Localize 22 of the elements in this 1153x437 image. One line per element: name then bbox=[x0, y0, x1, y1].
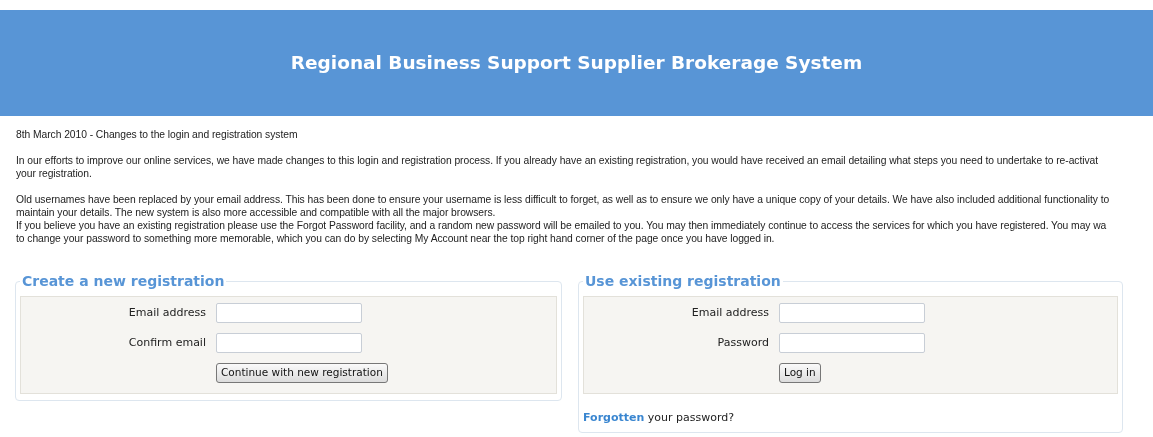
panel-legend: Create a new registration bbox=[20, 274, 227, 288]
notice-text: If you believe you have an existing registration please use the Forgot Password facility, and a random new password will be emailed to you. You may then immediately continue to access the services for which you have registered. You may wa bbox=[16, 219, 1107, 232]
footer-text: your password? bbox=[646, 410, 735, 424]
field-label: Email address bbox=[127, 304, 206, 321]
submit-button[interactable]: Continue with new registration bbox=[216, 363, 388, 383]
input-field[interactable] bbox=[779, 333, 925, 353]
notice-text: maintain your details. The new system is also more accessible and compatible with all the major browsers. bbox=[16, 206, 496, 219]
input-field[interactable] bbox=[216, 333, 362, 353]
notice-text: In our efforts to improve our online services, we have made changes to this login and registration process. If you already have an existing registration, you would have received an email detailing what steps you need to undertake to re-activat bbox=[16, 154, 1099, 167]
notice-text: Old usernames have been replaced by your email address. This has been done to ensure your username is less difficult to forget, as well as to ensure we only have a unique copy of your details. We have also included additional functionality to bbox=[16, 193, 1110, 206]
field-label: Confirm email bbox=[127, 334, 206, 351]
forgotten-link[interactable]: Forgotten bbox=[583, 410, 645, 424]
input-field[interactable] bbox=[779, 303, 925, 323]
notice-text: to change your password to something more memorable, which you can do by selecting My Account near the top right hand corner of the page once you have logged in. bbox=[16, 232, 775, 245]
site-title: Regional Business Support Supplier Brokerage System bbox=[290, 51, 863, 75]
notice-text: your registration. bbox=[16, 167, 92, 180]
notice-heading: 8th March 2010 - Changes to the login and registration system bbox=[16, 128, 298, 141]
input-field[interactable] bbox=[216, 303, 362, 323]
field-label: Email address bbox=[690, 304, 769, 321]
submit-button[interactable]: Log in bbox=[779, 363, 821, 383]
field-label: Password bbox=[716, 334, 769, 351]
panel-legend: Use existing registration bbox=[583, 274, 783, 288]
